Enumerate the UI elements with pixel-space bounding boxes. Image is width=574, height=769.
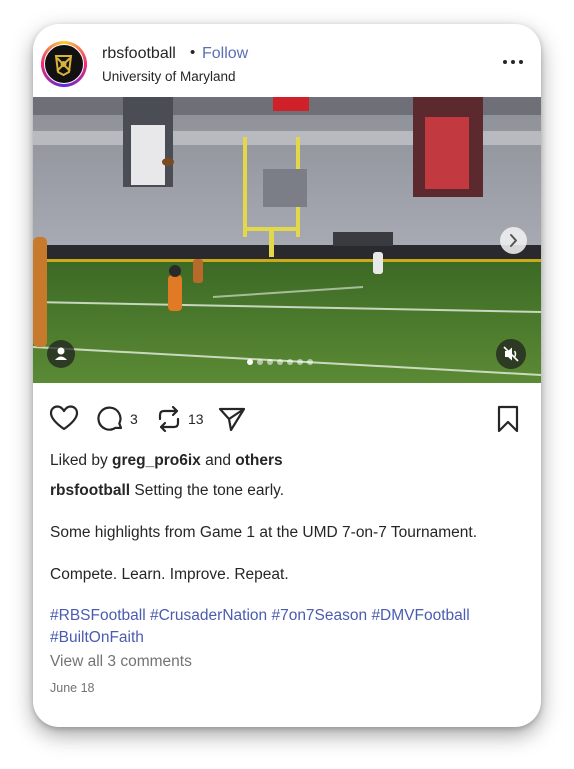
heart-icon — [49, 405, 79, 431]
post-card: rbsfootball • Follow University of Maryl… — [33, 24, 541, 727]
carousel-dot — [277, 359, 283, 365]
carousel-dot — [257, 359, 263, 365]
caption-text: Setting the tone early. — [134, 482, 285, 499]
hashtag-link[interactable]: #RBSFootball — [50, 607, 146, 624]
repost-button[interactable] — [155, 404, 183, 439]
likes-and: and — [205, 452, 231, 469]
send-icon — [218, 407, 246, 432]
caption-line: Compete. Learn. Improve. Repeat. — [50, 566, 289, 583]
speaker-muted-icon — [503, 346, 519, 362]
post-username[interactable]: rbsfootball — [102, 45, 176, 63]
avatar-logo — [44, 44, 84, 84]
separator-dot: • — [190, 44, 196, 61]
chevron-right-icon — [510, 234, 517, 247]
liked-by-others[interactable]: others — [235, 452, 282, 469]
view-all-comments-link[interactable]: View all 3 comments — [50, 653, 192, 671]
caption-first-line: rbsfootball Setting the tone early. — [50, 482, 284, 500]
like-button[interactable] — [49, 404, 79, 437]
repost-icon — [158, 405, 180, 433]
follow-button[interactable]: Follow — [202, 45, 248, 63]
person-icon — [55, 347, 67, 360]
carousel-dot — [267, 359, 273, 365]
liked-by-user[interactable]: greg_pro6ix — [112, 452, 201, 469]
video-frame — [33, 97, 541, 383]
carousel-dot — [307, 359, 313, 365]
likes-summary: Liked by greg_pro6ix and others — [50, 452, 283, 470]
next-slide-button[interactable] — [500, 227, 527, 254]
hashtag-link[interactable]: #DMVFootball — [371, 607, 469, 624]
hashtag-link[interactable]: #CrusaderNation — [150, 607, 267, 624]
share-button[interactable] — [217, 404, 247, 439]
hashtag-link[interactable]: #7on7Season — [271, 607, 367, 624]
save-button[interactable] — [495, 404, 521, 439]
hashtags: #RBSFootball #CrusaderNation #7on7Season… — [50, 605, 510, 649]
carousel-dot — [287, 359, 293, 365]
mute-button[interactable] — [496, 339, 526, 369]
tagged-users-button[interactable] — [47, 340, 75, 368]
hashtag-link[interactable]: #BuiltOnFaith — [50, 629, 144, 646]
comment-count: 3 — [130, 411, 138, 427]
avatar[interactable] — [41, 41, 87, 87]
repost-count: 13 — [188, 411, 204, 427]
post-media[interactable] — [33, 97, 541, 383]
caption-username[interactable]: rbsfootball — [50, 482, 130, 499]
post-date: June 18 — [50, 681, 95, 695]
comment-icon — [97, 406, 123, 431]
likes-prefix: Liked by — [50, 452, 108, 469]
bookmark-icon — [497, 405, 519, 433]
carousel-dot — [247, 359, 253, 365]
post-location[interactable]: University of Maryland — [102, 69, 236, 84]
more-options-icon[interactable] — [499, 52, 527, 72]
post-header: rbsfootball • Follow University of Maryl… — [33, 24, 541, 97]
caption-line: Some highlights from Game 1 at the UMD 7… — [50, 524, 478, 541]
carousel-dot — [297, 359, 303, 365]
comment-button[interactable] — [95, 404, 125, 439]
action-bar: 3 13 — [33, 396, 541, 440]
